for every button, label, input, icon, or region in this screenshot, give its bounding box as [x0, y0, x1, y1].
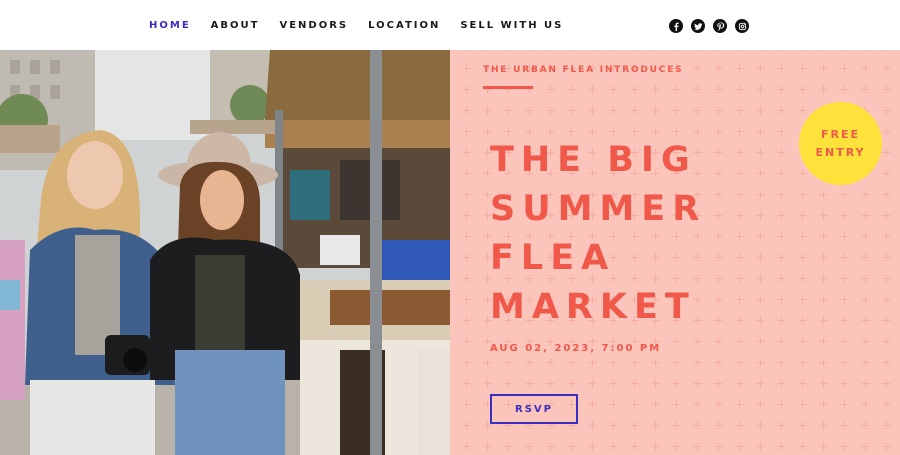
headline-line: MARKET — [490, 287, 696, 327]
event-promo-panel: THE URBAN FLEA INTRODUCES THE BIG SUMMER… — [450, 50, 900, 455]
headline-line: FLEA — [490, 238, 616, 278]
nav-item-home[interactable]: HOME — [149, 19, 191, 33]
kicker-underline — [483, 86, 533, 89]
headline-line: THE BIG — [490, 140, 697, 180]
event-date: AUG 02, 2023, 7:00 PM — [490, 343, 662, 354]
nav-item-location[interactable]: LOCATION — [368, 19, 440, 33]
event-headline: THE BIG SUMMER FLEA MARKET — [490, 136, 706, 332]
twitter-icon[interactable] — [691, 19, 705, 33]
free-entry-badge: FREE ENTRY — [799, 102, 882, 185]
site-header: HOME ABOUT VENDORS LOCATION SELL WITH US — [0, 0, 900, 50]
nav-item-about[interactable]: ABOUT — [211, 19, 260, 33]
rsvp-button[interactable]: RSVP — [490, 394, 578, 424]
hero-photo — [0, 50, 450, 455]
pinterest-icon[interactable] — [713, 19, 727, 33]
market-photo-illustration — [0, 50, 450, 455]
social-links — [669, 19, 749, 33]
badge-text: ENTRY — [815, 145, 866, 159]
badge-text: FREE — [820, 127, 860, 141]
nav-item-vendors[interactable]: VENDORS — [279, 19, 348, 33]
instagram-icon[interactable] — [735, 19, 749, 33]
main-nav: HOME ABOUT VENDORS LOCATION SELL WITH US — [149, 19, 583, 33]
nav-item-sell-with-us[interactable]: SELL WITH US — [460, 19, 563, 33]
facebook-icon[interactable] — [669, 19, 683, 33]
headline-line: SUMMER — [490, 189, 707, 229]
event-kicker: THE URBAN FLEA INTRODUCES — [483, 65, 684, 75]
